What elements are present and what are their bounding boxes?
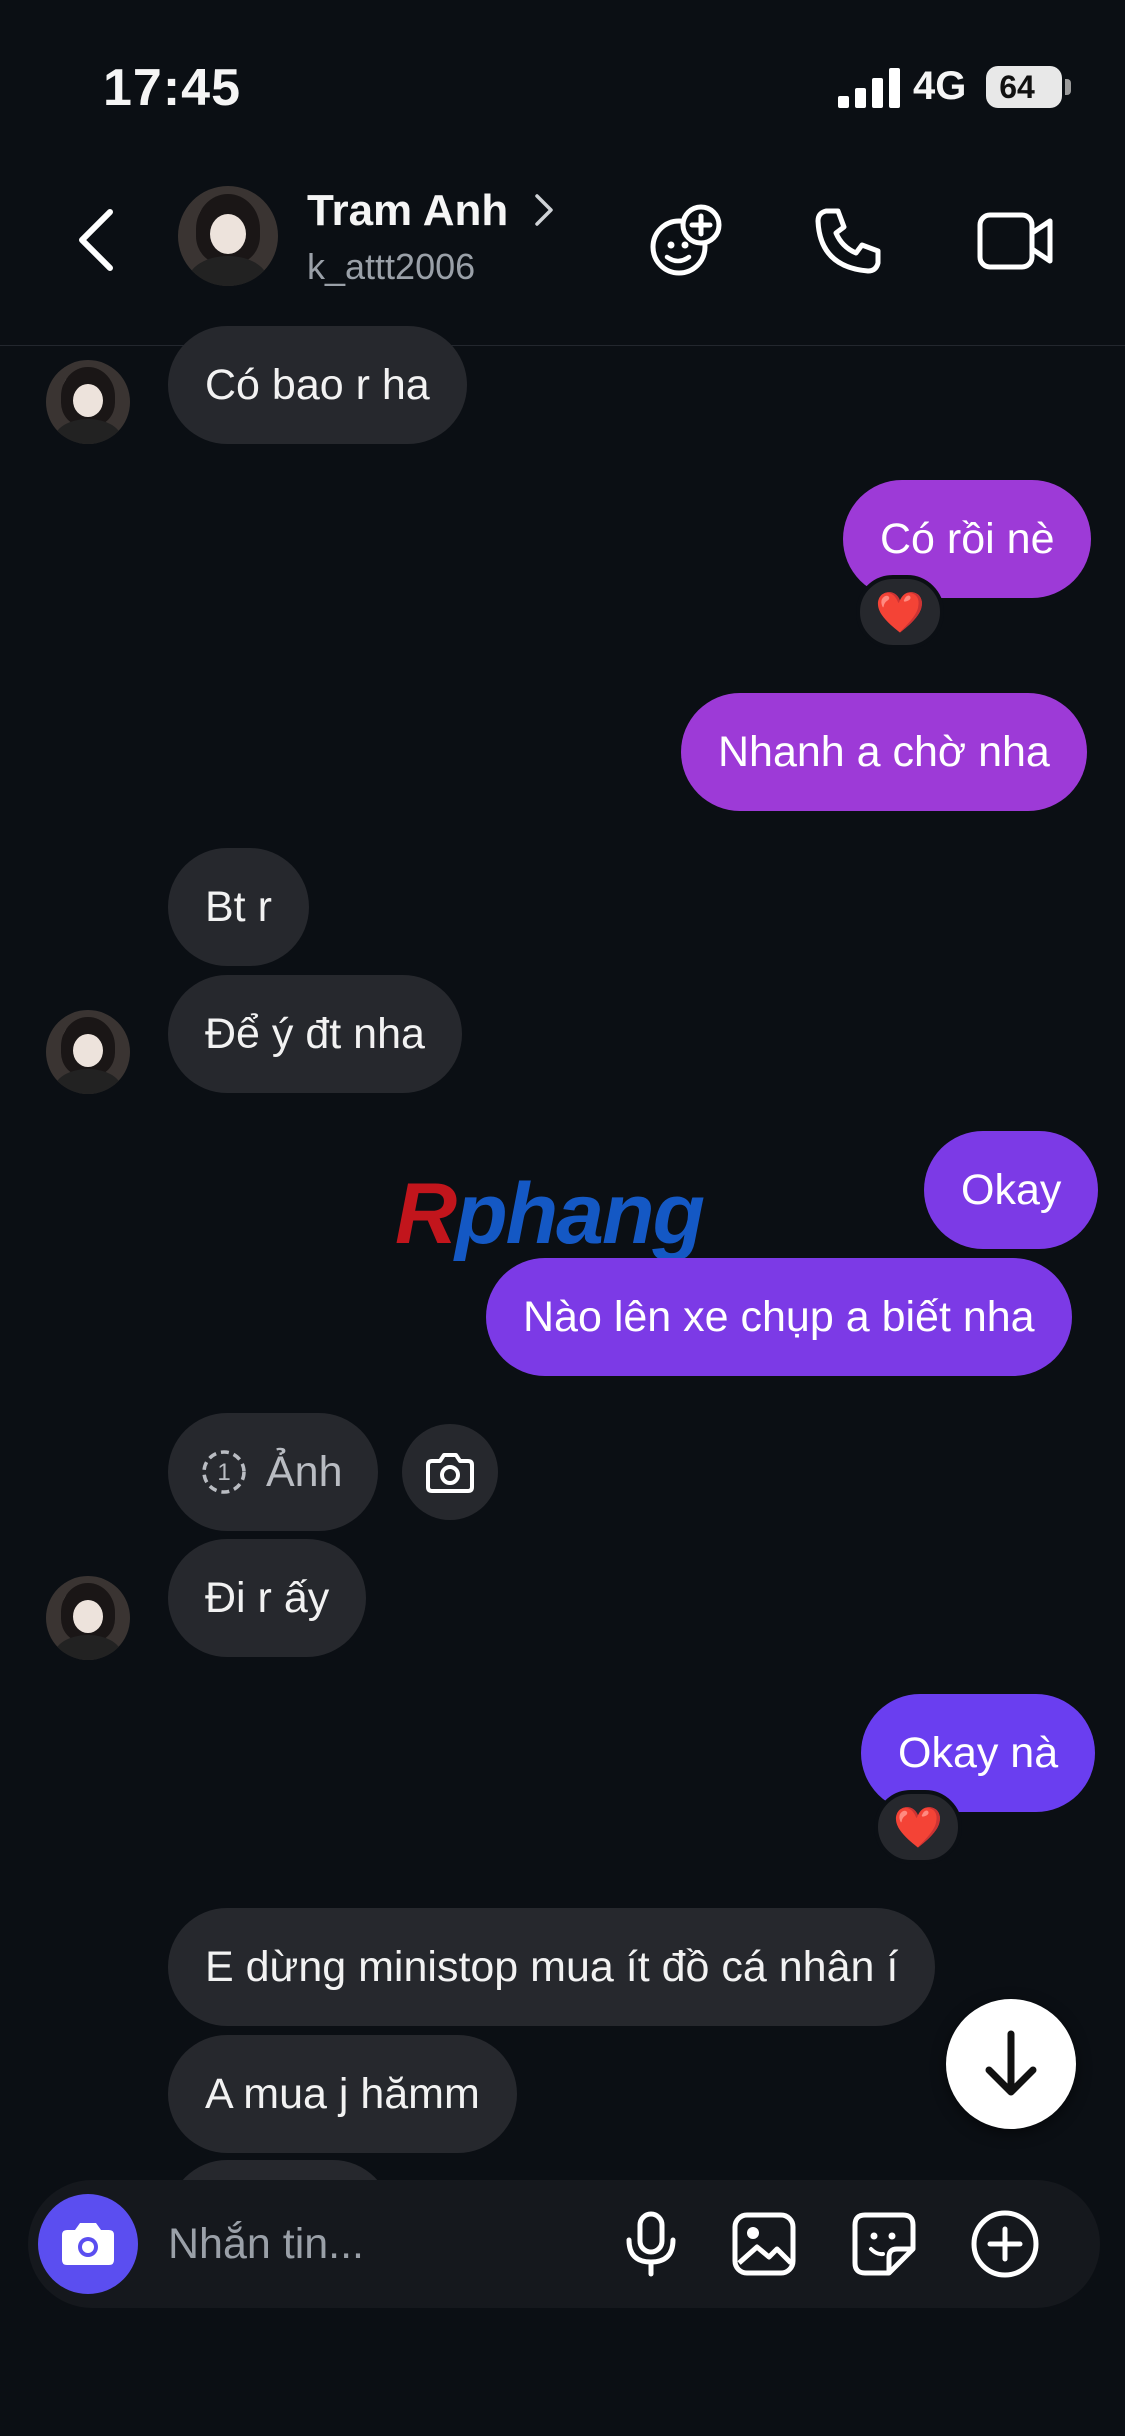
incoming-message[interactable]: Bt r <box>168 848 309 966</box>
message-input[interactable] <box>168 2210 608 2278</box>
chat-header: Tram Anh k_attt2006 <box>0 150 1125 346</box>
heart-icon: ❤️ <box>893 1805 943 1850</box>
status-time: 17:45 <box>103 59 241 117</box>
view-once-icon: 1 <box>202 1450 246 1494</box>
message-text: Để ý đt nha <box>205 1009 425 1058</box>
incoming-message[interactable]: Đi r ấy <box>168 1539 367 1657</box>
heart-icon: ❤️ <box>875 590 925 635</box>
chevron-left-icon <box>79 209 113 271</box>
battery-level: 64 <box>999 69 1035 105</box>
message-text: Đi r ấy <box>205 1573 330 1622</box>
contact-avatar[interactable] <box>178 186 278 286</box>
view-once-photo-message[interactable]: 1 Ảnh <box>168 1413 378 1531</box>
sender-avatar[interactable] <box>46 1010 130 1094</box>
contact-username: k_attt2006 <box>307 246 476 287</box>
message-composer <box>28 2180 1100 2308</box>
incoming-message[interactable]: A mua j hămm <box>168 2035 517 2153</box>
message-text: Nào lên xe chụp a biết nha <box>523 1292 1035 1341</box>
watermark-logo: Rphang <box>395 1166 705 1262</box>
effects-button[interactable] <box>642 196 732 286</box>
gallery-button[interactable] <box>724 2204 804 2284</box>
photo-label: Ảnh <box>266 1447 343 1496</box>
image-icon <box>732 2212 796 2276</box>
sender-avatar[interactable] <box>46 1576 130 1660</box>
scroll-to-bottom-button[interactable] <box>946 1999 1076 2129</box>
heart-reaction[interactable]: ❤️ <box>874 1790 962 1864</box>
message-text: A mua j hămm <box>205 2069 480 2118</box>
microphone-icon <box>626 2211 676 2277</box>
outgoing-message[interactable]: Nhanh a chờ nha <box>681 693 1087 811</box>
video-call-button[interactable] <box>971 196 1061 286</box>
face-sparkle-plus-icon <box>650 204 722 276</box>
incoming-message[interactable]: Để ý đt nha <box>168 975 462 1093</box>
arrow-down-icon <box>985 2030 1037 2096</box>
battery-icon: 64 <box>986 66 1062 108</box>
outgoing-message[interactable]: Okay <box>924 1131 1099 1249</box>
voice-message-button[interactable] <box>611 2204 691 2284</box>
chevron-right-icon[interactable] <box>533 192 555 228</box>
phone-icon <box>815 208 881 274</box>
heart-reaction[interactable]: ❤️ <box>856 575 944 649</box>
signal-strength-icon <box>838 68 900 108</box>
message-text: Nhanh a chờ nha <box>718 727 1050 776</box>
back-button[interactable] <box>66 200 126 280</box>
outgoing-message[interactable]: Nào lên xe chụp a biết nha <box>486 1258 1072 1376</box>
camera-reply-button[interactable] <box>402 1424 498 1520</box>
message-text: Bt r <box>205 882 272 931</box>
plus-circle-icon <box>971 2210 1039 2278</box>
contact-name[interactable]: Tram Anh <box>307 186 508 236</box>
status-bar: 17:45 4G 64 <box>0 0 1125 150</box>
message-text: Có rồi nè <box>880 514 1055 563</box>
sticker-button[interactable] <box>844 2204 924 2284</box>
message-text: Okay nà <box>898 1728 1059 1777</box>
incoming-message[interactable]: E dừng ministop mua ít đồ cá nhân í <box>168 1908 936 2026</box>
camera-button[interactable] <box>38 2194 138 2294</box>
sticker-icon <box>852 2212 916 2276</box>
voice-call-button[interactable] <box>803 196 893 286</box>
battery-terminal <box>1065 79 1071 95</box>
camera-icon <box>62 2223 114 2265</box>
incoming-message[interactable]: Có bao r ha <box>168 326 467 444</box>
more-options-button[interactable] <box>965 2204 1045 2284</box>
message-text: E dừng ministop mua ít đồ cá nhân í <box>205 1942 899 1991</box>
photo-count: 1 <box>217 1459 230 1486</box>
network-type: 4G <box>913 64 967 108</box>
sender-avatar[interactable] <box>46 360 130 444</box>
message-text: Okay <box>961 1165 1062 1214</box>
chat-screen: 17:45 4G 64 Tram Anh k_attt2006 Có bao r… <box>0 0 1125 2436</box>
camera-icon <box>426 1453 474 1493</box>
message-text: Có bao r ha <box>205 360 430 409</box>
video-camera-icon <box>977 212 1053 270</box>
